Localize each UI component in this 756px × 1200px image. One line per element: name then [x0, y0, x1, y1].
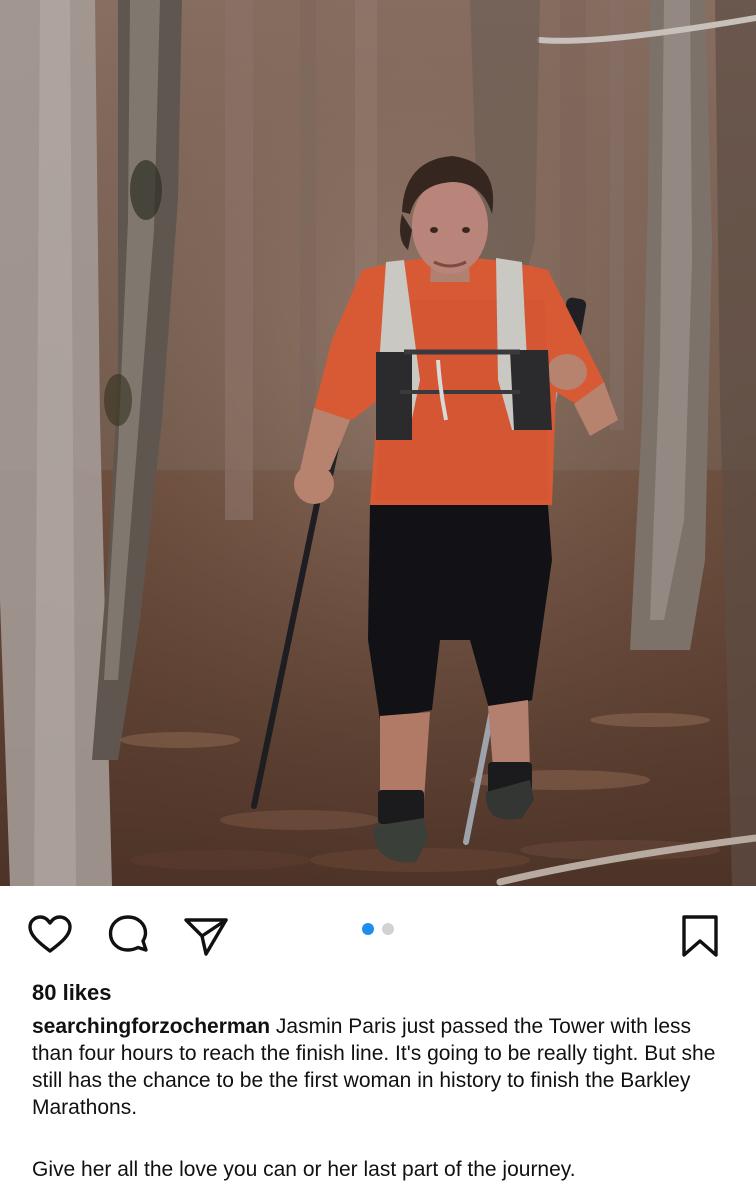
send-icon[interactable]	[182, 912, 230, 960]
bookmark-icon[interactable]	[676, 912, 724, 960]
post-caption: searchingforzocherman Jasmin Paris just …	[32, 1013, 732, 1121]
photo-illustration	[0, 0, 756, 886]
post-action-bar	[0, 886, 756, 982]
heart-icon[interactable]	[26, 912, 74, 960]
caption-username[interactable]: searchingforzocherman	[32, 1015, 270, 1038]
post-photo[interactable]	[0, 0, 756, 886]
likes-count[interactable]: 80 likes	[32, 980, 112, 1006]
comment-icon[interactable]	[104, 912, 152, 960]
instagram-post: 80 likes searchingforzocherman Jasmin Pa…	[0, 0, 756, 1200]
carousel-indicator	[362, 923, 394, 935]
carousel-dot-active	[362, 923, 374, 935]
caption-second-paragraph: Give her all the love you can or her las…	[32, 1158, 576, 1181]
carousel-dot	[382, 923, 394, 935]
